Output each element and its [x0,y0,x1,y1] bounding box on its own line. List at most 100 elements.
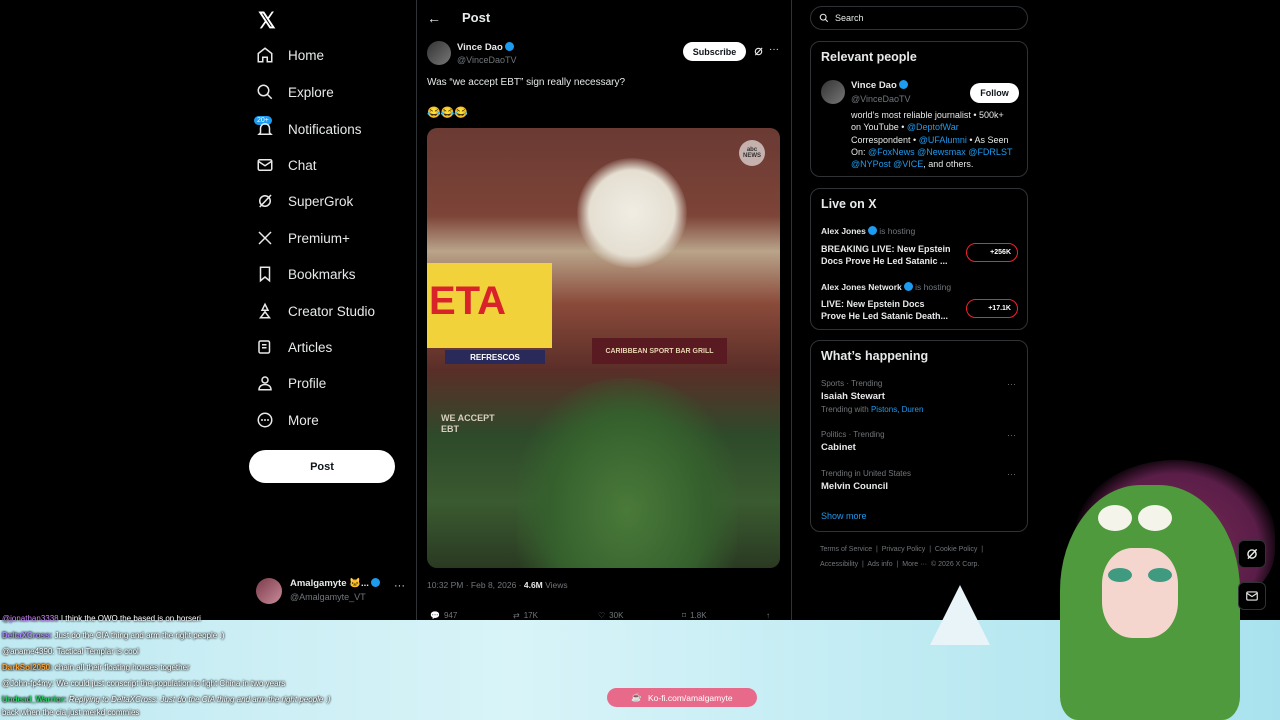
heart-icon: ♡ [598,611,606,620]
messages-icon[interactable] [1238,582,1266,610]
post-timestamp: 10:32 PM · Feb 8, 2026 · 4.6M Views [427,580,568,590]
verified-icon [903,282,913,291]
trend-context: Trending in United States [821,469,911,478]
repost-button[interactable]: ⇄ 17K [513,611,538,620]
account-handle: @Amalgamyte_VT [290,592,366,602]
bio-link[interactable]: @UFAlumni [919,135,967,145]
creator-icon [259,302,271,319]
search-icon [819,13,829,23]
nav-item-bookmarks[interactable]: Bookmarks [256,259,356,289]
search-input[interactable]: Search [810,6,1028,30]
footer-link[interactable]: Terms of Service [820,546,872,553]
bio-link[interactable]: @FoxNews @Newsmax @FDRLST [868,147,1012,157]
page-title: Post [462,10,491,25]
chat-message: @John-fp4my: We could just conscript the… [2,679,286,688]
live-listener-count[interactable]: +256K [966,243,1018,262]
follow-button[interactable]: Follow [970,83,1019,103]
chat-message: @aname4390: Tactical Templar is cool [2,647,139,656]
trend-topic[interactable]: Melvin Council [821,481,888,492]
footer-link[interactable]: Ads info [867,561,892,568]
chat-icon [257,159,273,171]
chat-message: @jonathan3338 I think the OWO the based … [2,614,201,623]
footer-link[interactable]: Cookie Policy [935,546,977,553]
nav-label: Articles [288,339,333,355]
footer-links: Accessibility | Ads info | More ··· © 20… [820,561,980,568]
avatar [256,578,282,604]
nav-item-chat[interactable]: Chat [256,150,317,180]
live-listener-count[interactable]: +17.1K [966,299,1018,318]
abc-news-logo: abc NEWS [739,140,765,166]
vtuber-avatar [1020,440,1280,720]
nav-label: SuperGrok [288,193,354,209]
live-host[interactable]: Alex Jones is hosting [821,226,915,236]
person-bio: world’s most reliable journalist • 500k+… [851,110,1013,170]
author-avatar[interactable] [427,41,451,65]
card-title: Live on X [821,197,877,211]
nav-item-home[interactable]: Home [256,40,324,70]
trend-topic[interactable]: Cabinet [821,442,856,453]
bookmark-icon: ⌑ [682,611,687,620]
nav-item-profile[interactable]: Profile [256,368,326,398]
person-icon [258,376,272,391]
author-name[interactable]: Vince Dao [457,42,514,53]
back-arrow-icon[interactable]: ← [427,10,441,26]
store-sign: ETA [427,263,552,348]
subscribe-button[interactable]: Subscribe [683,42,746,61]
articles-icon [258,340,271,354]
verified-icon [867,226,877,235]
x-logo-icon[interactable]: 𝕏 [258,8,276,34]
account-switcher[interactable]: Amalgamyte 🐱... @Amalgamyte_VT ··· [256,576,406,610]
bookmark-button[interactable]: ⌑ 1.8K [682,611,707,620]
post-emojis: 😂😂😂 [427,107,469,119]
footer-link[interactable]: Accessibility [820,561,858,568]
live-title[interactable]: LIVE: New Epstein Docs Prove He Led Satan… [821,298,948,322]
share-button[interactable]: ↑ [766,611,770,620]
post-more-icon[interactable]: ··· [769,44,779,55]
trend-more-icon[interactable]: ··· [1007,379,1016,389]
post-video[interactable]: abc NEWS ETA REFRESCOS CARIBBEAN SPORT B… [427,128,780,568]
eye-left [1108,568,1132,582]
author-handle[interactable]: @VinceDaoTV [457,55,517,65]
footer-link[interactable]: More ··· [902,561,927,568]
nav-item-creator-studio[interactable]: Creator Studio [256,296,375,326]
bio-link[interactable]: @NYPost @VICE [851,159,923,169]
nav-item-premium[interactable]: Premium+ [256,223,350,253]
nav-item-supergrok[interactable]: SuperGrok [256,186,353,216]
avatar[interactable] [821,80,845,104]
person-name[interactable]: Vince Dao [851,80,908,91]
like-button[interactable]: ♡ 30K [598,611,623,620]
kofi-link[interactable]: ☕ Ko-fi.com/amalgamyte [607,688,757,707]
verified-icon [898,80,908,89]
trend-topic[interactable]: Isaiah Stewart [821,391,885,402]
verified-icon [370,578,380,587]
live-host[interactable]: Alex Jones Network is hosting [821,282,951,292]
show-more-link[interactable]: Show more [821,511,867,521]
live-title[interactable]: BREAKING LIVE: New Epstein Docs Prove He … [821,243,951,267]
kofi-label: Ko-fi.com/amalgamyte [648,692,733,703]
grok-icon[interactable] [1238,540,1266,568]
relevant-people-card: Relevant people Vince Dao @VinceDaoTV Fo… [810,41,1028,177]
person-handle[interactable]: @VinceDaoTV [851,94,911,104]
bio-link[interactable]: @DeptofWar [907,122,959,132]
nav-item-articles[interactable]: Articles [256,332,332,362]
trend-more-icon[interactable]: ··· [1007,469,1016,479]
copyright: © 2026 X Corp. [931,561,980,568]
more-dots-icon[interactable]: ··· [394,580,405,592]
post-text: Was “we accept EBT” sign really necessar… [427,77,626,88]
bell-icon [257,123,273,135]
nav-item-notifications[interactable]: Notifications [256,114,362,144]
nav-item-more[interactable]: More [256,405,319,435]
nav-label: Notifications [288,121,362,137]
kofi-cup-icon: ☕ [631,692,643,702]
trend-more-icon[interactable]: ··· [1007,430,1016,440]
search-icon [257,84,273,100]
bar-sign: CARIBBEAN SPORT BAR GRILL [592,338,727,364]
nav-item-explore[interactable]: Explore [256,77,334,107]
face-shape [1102,548,1178,638]
post-button[interactable]: Post [249,450,395,483]
hood-eye-right [1138,505,1172,531]
grok-icon[interactable] [753,44,764,62]
figure-shape [577,158,687,268]
footer-link[interactable]: Privacy Policy [882,546,926,553]
nav-label: Profile [288,375,327,391]
